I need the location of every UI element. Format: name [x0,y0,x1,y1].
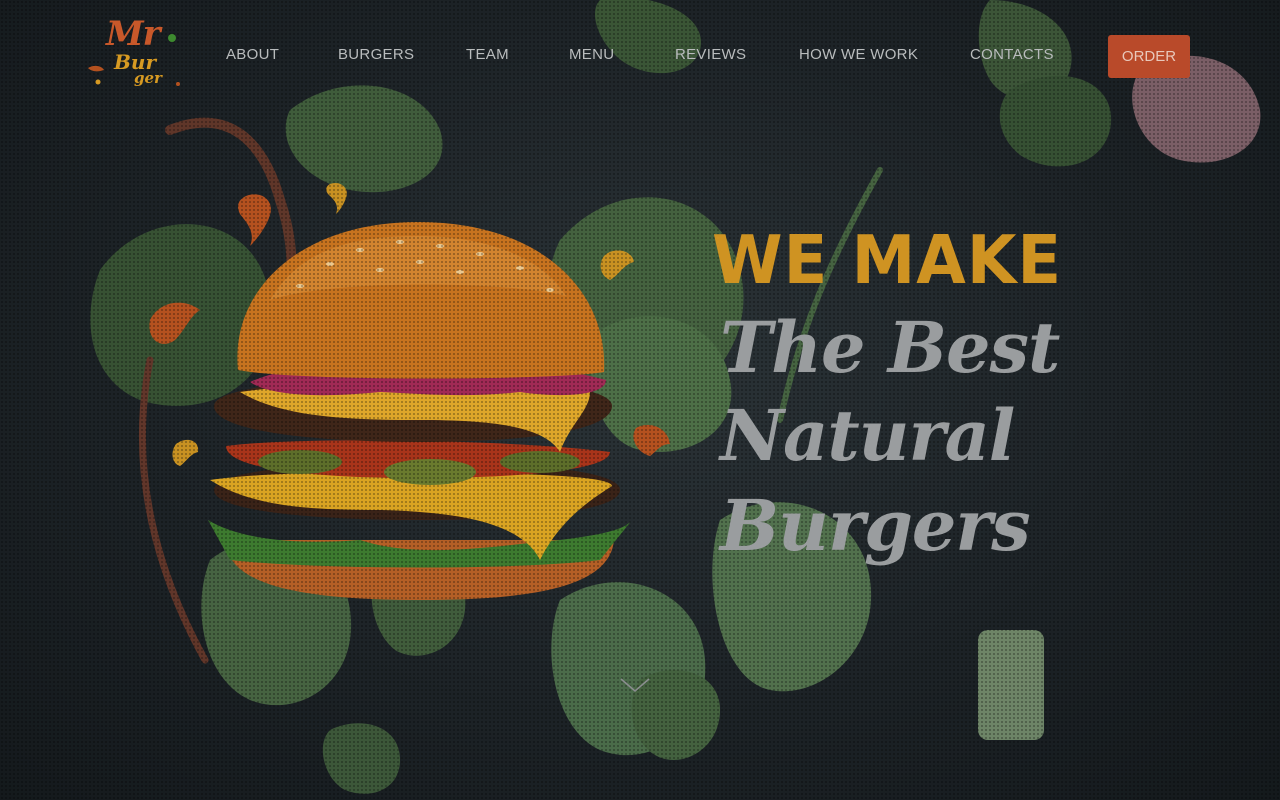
hero-section: Mr Bur ger ABOUT BURGERS TEAM MENU REVIE… [0,0,1280,800]
nav-item-menu[interactable]: MENU [569,46,614,63]
headline-natural: Natural [720,394,1015,477]
nav-item-reviews[interactable]: REVIEWS [675,46,746,63]
sauce-drop [238,194,271,246]
order-button[interactable]: ORDER [1108,35,1190,78]
main-nav: ABOUT BURGERS TEAM MENU REVIEWS HOW WE W… [0,46,1280,70]
nav-item-how-we-work[interactable]: HOW WE WORK [799,46,918,63]
nav-item-about[interactable]: ABOUT [226,46,279,63]
nav-item-team[interactable]: TEAM [466,46,509,63]
headline-the-best: The Best [720,306,1060,389]
nav-item-contacts[interactable]: CONTACTS [970,46,1054,63]
leaf-shape [285,85,443,193]
cucumber-shape [978,630,1044,740]
nav-item-burgers[interactable]: BURGERS [338,46,414,63]
burger-image [208,222,632,600]
headline-we-make: WE MAKE [712,222,1063,300]
leaf-shape [999,75,1112,167]
headline-burgers: Burgers [720,484,1031,567]
leaf-shape [322,723,400,794]
sauce-drop [326,182,347,214]
sauce-drop [172,439,199,466]
chevron-down-icon[interactable] [619,676,651,694]
logo-text-ger: ger [134,69,162,87]
